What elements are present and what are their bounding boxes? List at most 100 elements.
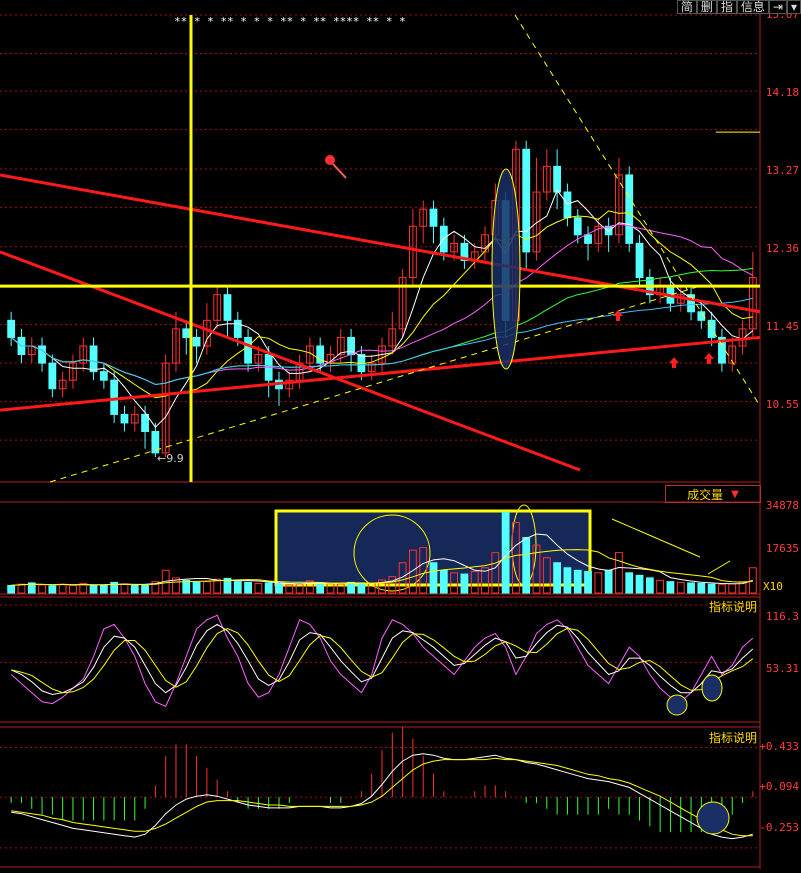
- candle-body: [38, 345, 46, 364]
- exit-icon[interactable]: ⇥: [768, 0, 787, 14]
- low-price-label: ←9.9: [157, 452, 184, 465]
- volume-label: 成交量: [687, 487, 724, 502]
- indicator-button[interactable]: 指: [716, 0, 737, 14]
- volume-bar: [192, 581, 201, 594]
- candle-body: [429, 208, 438, 227]
- volume-bar: [233, 581, 242, 594]
- up-arrow-icon: [669, 357, 679, 369]
- chart-canvas: ** * * ** * * * ** * ** **** ** * * ←9.9: [0, 0, 761, 869]
- macd-highlight-circle: [696, 801, 730, 835]
- volume-bar: [69, 584, 77, 594]
- chevron-down-icon: ▼: [731, 488, 739, 500]
- volume-annotation-arrow: [707, 560, 731, 575]
- volume-bar: [656, 579, 665, 594]
- volume-bar: [7, 584, 16, 594]
- stock-chart[interactable]: ** * * ** * * * ** * ** **** ** * * ←9.9 …: [0, 0, 801, 869]
- candle-body: [7, 319, 16, 338]
- volume-bar: [553, 562, 562, 594]
- volume-bar: [645, 577, 654, 594]
- volume-bar: [182, 579, 191, 594]
- trendline: [0, 173, 761, 314]
- candle-body: [110, 379, 119, 415]
- candle-body: [192, 336, 201, 347]
- volume-bar: [460, 573, 469, 594]
- volume-indicator-select[interactable]: 成交量 ▼: [665, 485, 761, 503]
- volume-bar: [48, 585, 57, 594]
- candle-body: [635, 242, 644, 279]
- volume-bar: [615, 552, 623, 594]
- volume-bar: [89, 585, 98, 594]
- price-tick: 11.45: [765, 320, 799, 333]
- volume-bar: [604, 569, 613, 594]
- volume-bar: [666, 581, 675, 594]
- volume-bar: [202, 581, 211, 594]
- candle-body: [687, 294, 695, 313]
- candle-body: [553, 165, 562, 193]
- macd-tick: -0.253: [759, 821, 799, 834]
- volume-bar: [594, 572, 603, 594]
- volume-bar: [707, 583, 716, 594]
- volume-bar: [58, 583, 67, 594]
- volume-bar: [130, 584, 139, 594]
- candle-body: [244, 336, 252, 364]
- volume-annotation-arrow: [611, 518, 701, 558]
- dashed-trendline: [49, 285, 701, 483]
- info-button[interactable]: 信息: [736, 0, 769, 14]
- macd-tick: +0.433: [759, 740, 799, 753]
- volume-unit: X10: [763, 580, 783, 593]
- candle-body: [563, 191, 572, 219]
- volume-bar: [38, 584, 46, 594]
- highlight-ellipse: [491, 168, 521, 370]
- volume-bar: [347, 581, 355, 594]
- star-markers: ** * * ** * * * ** * ** **** ** * *: [174, 15, 406, 28]
- candle-body: [223, 294, 232, 321]
- candle-body: [233, 319, 242, 338]
- volume-bar: [357, 582, 366, 594]
- volume-tick: 17635: [765, 542, 799, 555]
- chevron-down-icon[interactable]: ▾: [786, 0, 801, 14]
- volume-bar: [635, 574, 644, 594]
- volume-bar: [728, 583, 737, 594]
- kdj-line: [10, 614, 754, 707]
- volume-bar: [563, 567, 572, 594]
- volume-bar: [244, 581, 252, 594]
- price-tick: 13.27: [765, 164, 799, 177]
- volume-bar: [141, 584, 149, 594]
- kdj-highlight-circle: [701, 674, 723, 702]
- volume-bar: [625, 572, 634, 594]
- delete-button[interactable]: 删: [696, 0, 717, 14]
- indicator-help-link[interactable]: 指标说明: [709, 598, 757, 615]
- candle-body: [573, 217, 582, 236]
- volume-bar: [17, 583, 26, 594]
- price-tick: 14.18: [765, 86, 799, 99]
- candle-body: [48, 362, 57, 390]
- volume-bar: [718, 584, 726, 594]
- volume-bar: [275, 583, 283, 594]
- volume-bar: [676, 581, 685, 594]
- indicator-help-link[interactable]: 指标说明: [709, 729, 757, 746]
- macd-tick: +0.094: [759, 780, 799, 793]
- volume-bar: [584, 571, 592, 594]
- kdj-highlight-circle: [666, 694, 688, 716]
- candle-body: [707, 319, 716, 338]
- volume-bar: [264, 582, 273, 594]
- volume-tick: 34878: [765, 499, 799, 512]
- volume-bar: [697, 582, 706, 594]
- volume-bar: [99, 584, 108, 594]
- kdj-tick: 53.31: [765, 662, 799, 675]
- up-arrow-icon: [704, 352, 714, 364]
- pin-icon: [325, 155, 335, 165]
- candle-body: [584, 234, 592, 244]
- candle-body: [522, 148, 531, 253]
- moving-average-line: [10, 189, 754, 428]
- volume-bar: [120, 583, 129, 594]
- simple-button[interactable]: 简: [676, 0, 697, 14]
- volume-bar: [439, 569, 448, 594]
- up-arrow-icon: [613, 310, 623, 322]
- volume-bar: [573, 569, 582, 594]
- volume-bar: [748, 567, 757, 594]
- volume-bar: [254, 582, 263, 594]
- candle-body: [182, 328, 191, 338]
- volume-bar: [316, 582, 325, 594]
- candle-body: [625, 174, 634, 244]
